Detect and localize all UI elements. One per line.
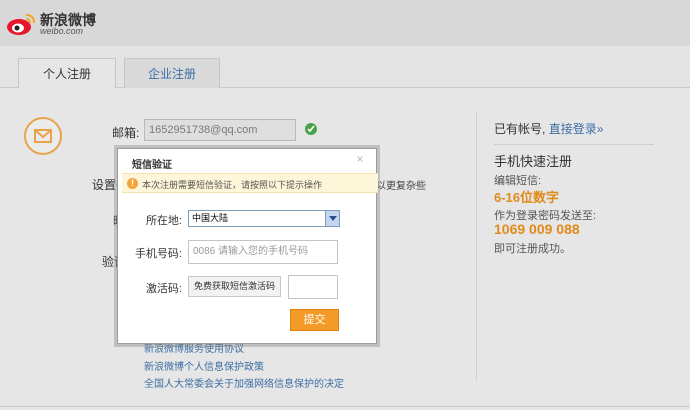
code-label: 激活码: (145, 283, 182, 295)
registration-page: 新浪微博 weibo.com 个人注册 企业注册 邮箱: 1652951738@… (0, 0, 690, 410)
quick-register-title: 手机快速注册 (494, 154, 573, 169)
sidebar-divider (494, 144, 654, 145)
submit-button[interactable]: 提交 (290, 309, 339, 331)
close-icon[interactable]: × (354, 153, 366, 165)
link-npc-decision[interactable]: 全国人大常委会关于加强网络信息保护的决定 (144, 375, 344, 390)
mail-icon (34, 129, 52, 143)
dialog-title: 短信验证 (132, 160, 172, 171)
brand-domain: weibo.com (40, 26, 84, 36)
phone-label: 手机号码: (134, 248, 182, 260)
register-tabs: 个人注册 企业注册 (0, 58, 690, 89)
sms-number: 1069 009 088 (494, 221, 580, 237)
direct-login-link[interactable]: 直接登录» (549, 122, 604, 136)
location-label: 所在地: (145, 215, 182, 227)
column-divider (476, 112, 477, 380)
weibo-eye-icon (7, 14, 35, 35)
tab-personal-register[interactable]: 个人注册 (18, 58, 116, 89)
location-select[interactable]: 中国大陆 (188, 210, 340, 227)
edit-sms-text: 编辑短信: (494, 175, 542, 187)
has-account-text: 已有帐号, 直接登录» (494, 120, 603, 137)
weibo-logo[interactable]: 新浪微博 weibo.com (6, 8, 96, 38)
get-sms-code-button[interactable]: 免费获取短信激活码 (188, 276, 281, 297)
warning-icon: ! (127, 178, 138, 189)
tab-company-register[interactable]: 企业注册 (124, 58, 220, 88)
activation-code-input[interactable] (288, 275, 338, 299)
email-field[interactable]: 1652951738@qq.com (144, 119, 296, 141)
mail-badge (24, 117, 62, 155)
link-privacy-policy[interactable]: 新浪微博个人信息保护政策 (144, 358, 264, 373)
sms-verify-dialog: 短信验证 × ! 本次注册需要短信验证，请按照以下提示操作 所在地: 中国大陆 … (117, 148, 378, 344)
check-icon (305, 123, 317, 135)
has-account-label: 已有帐号, (494, 122, 546, 136)
notice-text: 本次注册需要短信验证，请按照以下提示操作 (142, 180, 323, 190)
email-label: 邮箱: (112, 126, 140, 140)
register-success-text: 即可注册成功。 (494, 243, 571, 255)
password-digits-text: 6-16位数字 (494, 190, 560, 205)
dialog-notice: ! 本次注册需要短信验证，请按照以下提示操作 (122, 173, 378, 193)
bottom-divider (0, 406, 690, 407)
location-value: 中国大陆 (192, 213, 229, 223)
password-hint: 以更复杂些 (376, 181, 426, 192)
chevron-down-icon[interactable] (325, 211, 339, 226)
phone-input[interactable]: 0086 请输入您的手机号码 (188, 240, 338, 264)
header: 新浪微博 weibo.com (0, 0, 690, 46)
